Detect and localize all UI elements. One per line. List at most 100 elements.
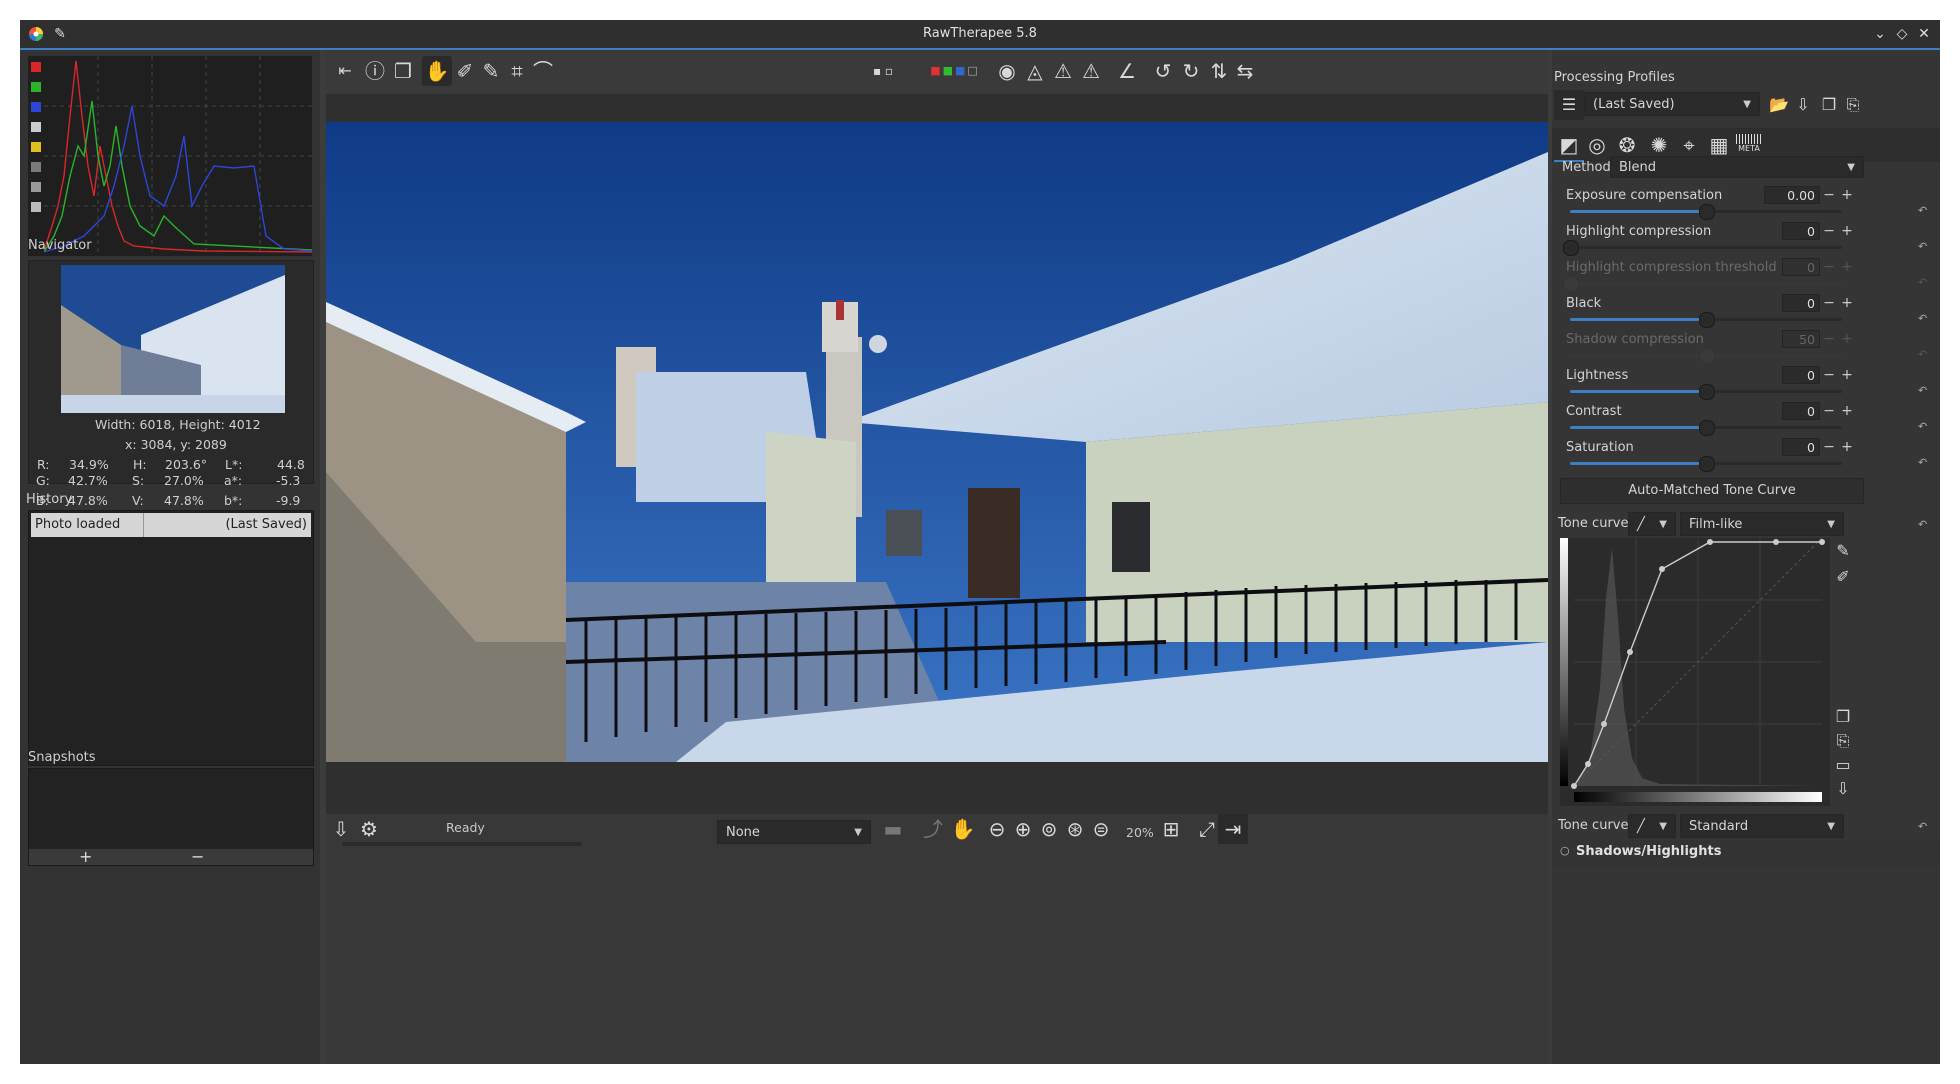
tone-curve-1-mode[interactable]: Film-like ▼ <box>1680 512 1844 536</box>
remove-snapshot-button[interactable]: − <box>191 847 204 866</box>
highlight-clip-warning-icon[interactable]: ⚠ <box>1076 56 1106 86</box>
close-button[interactable]: ✕ <box>1914 24 1934 44</box>
decrement-button[interactable]: − <box>1822 366 1836 384</box>
profile-select[interactable]: (Last Saved) ▼ <box>1584 92 1760 116</box>
image-viewer[interactable] <box>326 94 1548 814</box>
slider-handle[interactable] <box>1699 384 1715 400</box>
slider-track[interactable] <box>1570 204 1842 220</box>
slider-value-input[interactable]: 0 <box>1782 402 1820 420</box>
tone-curve-2-type[interactable]: ╱ ▼ <box>1628 814 1676 838</box>
reset-icon[interactable]: ↶ <box>1918 204 1930 217</box>
decrement-button[interactable]: − <box>1822 294 1836 312</box>
reset-icon[interactable]: ↶ <box>1918 518 1930 531</box>
reset-icon[interactable]: ↶ <box>1918 384 1930 397</box>
slider-value-input[interactable]: 0.00 <box>1764 186 1820 204</box>
decrement-button[interactable]: − <box>1822 222 1836 240</box>
snapshots-list[interactable]: + − <box>28 768 314 866</box>
slider-value-input[interactable]: 0 <box>1782 438 1820 456</box>
curve-graph[interactable] <box>1560 537 1830 806</box>
profile-toggle-icon[interactable]: ▬ <box>878 814 908 844</box>
method-select[interactable]: Blend ▼ <box>1610 156 1864 178</box>
slider-handle[interactable] <box>1699 456 1715 472</box>
slider-value-input[interactable]: 0 <box>1782 222 1820 240</box>
save-image-icon[interactable]: ⇩ <box>326 814 356 844</box>
preview-mode-select[interactable]: None ▼ <box>717 820 871 844</box>
focus-mask-icon[interactable]: ◉ <box>992 56 1022 86</box>
decrement-button[interactable]: − <box>1822 438 1836 456</box>
add-snapshot-button[interactable]: + <box>79 847 92 866</box>
pipette-icon[interactable]: ✐ <box>1828 562 1858 592</box>
reset-icon[interactable]: ↶ <box>1918 456 1930 469</box>
increment-button[interactable]: + <box>1840 222 1854 240</box>
increment-button[interactable]: + <box>1840 294 1854 312</box>
increment-button[interactable]: + <box>1840 366 1854 384</box>
decrement-button[interactable]: − <box>1822 402 1836 420</box>
minimize-button[interactable]: ⌄ <box>1870 24 1890 44</box>
tone-curve-1-type[interactable]: ╱ ▼ <box>1628 512 1676 536</box>
tab-metadata[interactable]: META <box>1736 134 1762 156</box>
maximize-button[interactable]: ◇ <box>1892 24 1912 44</box>
slider-track[interactable] <box>1570 312 1842 328</box>
preview-image[interactable] <box>326 122 1548 762</box>
reset-icon[interactable]: ↶ <box>1918 240 1930 253</box>
tab-exposure[interactable]: ◩ <box>1554 130 1584 162</box>
slider-track[interactable] <box>1570 420 1842 436</box>
luminance-toggle[interactable] <box>31 122 41 132</box>
auto-tone-curve-button[interactable]: Auto-Matched Tone Curve <box>1560 478 1864 504</box>
history-row[interactable]: Photo loaded (Last Saved) <box>31 513 311 537</box>
status-text: Ready <box>446 820 485 835</box>
slider-track[interactable] <box>1570 456 1842 472</box>
batch-icon[interactable]: ✋ <box>948 814 978 844</box>
reset-icon[interactable]: ↶ <box>1918 312 1930 325</box>
slider-handle[interactable] <box>1699 420 1715 436</box>
slider-handle[interactable] <box>1699 204 1715 220</box>
raw-toggle[interactable] <box>31 162 41 172</box>
hide-right-panel-icon[interactable]: ⇥ <box>1218 814 1248 844</box>
increment-button[interactable]: + <box>1840 186 1854 204</box>
queue-icon[interactable]: ⚙ <box>354 814 384 844</box>
mode-toggle[interactable] <box>31 202 41 212</box>
before-after-icon[interactable]: ❐ <box>388 56 418 86</box>
slider-value-input[interactable]: 0 <box>1782 366 1820 384</box>
history-list[interactable]: Photo loaded (Last Saved) <box>28 510 314 766</box>
bar-toggle[interactable] <box>31 182 41 192</box>
red-channel-toggle[interactable] <box>31 62 41 72</box>
decrement-button[interactable]: − <box>1822 186 1836 204</box>
info-icon[interactable]: ⓘ <box>360 56 390 86</box>
navigator-thumbnail[interactable] <box>61 265 285 413</box>
hand-tool-icon[interactable]: ✋ <box>422 56 452 86</box>
export-icon[interactable]: ⤴ <box>918 814 948 844</box>
straighten-icon[interactable]: ⌒ <box>528 56 558 86</box>
shadows-highlights-header[interactable]: ○ Shadows/Highlights <box>1552 840 1940 866</box>
tone-curve-2-mode[interactable]: Standard ▼ <box>1680 814 1844 838</box>
slider-track[interactable] <box>1570 384 1842 400</box>
profile-list-icon[interactable]: ☰ <box>1554 90 1584 120</box>
rotate-left-icon[interactable]: ↺ <box>1148 56 1178 86</box>
paste-profile-icon[interactable]: ⎘ <box>1838 90 1868 120</box>
tab-detail[interactable]: ◎ <box>1582 130 1612 160</box>
zoom-100-icon[interactable]: ⊜ <box>1086 814 1116 844</box>
shadow-clip-warning-icon[interactable]: ⚠ <box>1048 56 1078 86</box>
new-detail-window-icon[interactable]: ⊞ <box>1156 814 1186 844</box>
curve-shape-icon: ╱ <box>1637 517 1645 532</box>
rotate-right-icon[interactable]: ↻ <box>1176 56 1206 86</box>
increment-button[interactable]: + <box>1840 438 1854 456</box>
reset-icon[interactable]: ↶ <box>1918 820 1930 833</box>
save-curve-icon[interactable]: ⇩ <box>1828 774 1858 804</box>
curve-editor[interactable] <box>1560 537 1830 806</box>
background-color-icon[interactable]: ▪ ▫ ▪ <box>868 56 898 108</box>
slider-track[interactable] <box>1563 240 1842 256</box>
green-channel-toggle[interactable] <box>31 82 41 92</box>
reset-icon[interactable]: ↶ <box>1918 420 1930 433</box>
blue-channel-toggle[interactable] <box>31 102 41 112</box>
flip-horizontal-icon[interactable]: ⇆ <box>1230 56 1260 86</box>
slider-value-input[interactable]: 0 <box>1782 294 1820 312</box>
increment-button[interactable]: + <box>1840 402 1854 420</box>
angle-icon[interactable]: ∠ <box>1112 56 1142 86</box>
slider-handle[interactable] <box>1563 240 1579 256</box>
hide-left-panel-icon[interactable]: ⇤ <box>330 56 360 86</box>
channel-toggles-icon[interactable]: ■■■□ <box>930 56 980 86</box>
slider-handle[interactable] <box>1699 312 1715 328</box>
chroma-toggle[interactable] <box>31 142 41 152</box>
false-color-icon[interactable]: ◬ <box>1020 56 1050 86</box>
